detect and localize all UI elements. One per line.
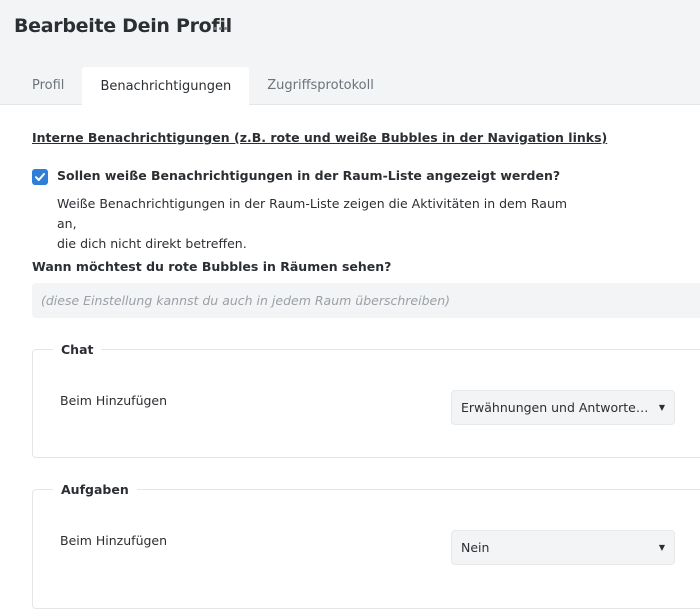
internal-notifications-heading: Interne Benachrichtigungen (z.B. rote un… xyxy=(32,130,608,145)
tasks-on-add-select[interactable]: Nein ▼ xyxy=(451,530,675,565)
page-header: Bearbeite Dein Profil Profil Benachricht… xyxy=(0,0,700,105)
tasks-row-label: Beim Hinzufügen xyxy=(60,533,168,548)
tasks-group-legend: Aufgaben xyxy=(53,482,137,497)
chevron-down-icon: ▼ xyxy=(658,403,665,412)
red-bubbles-question: Wann möchtest du rote Bubbles in Räumen … xyxy=(32,259,392,274)
white-notifications-checkbox[interactable] xyxy=(32,169,48,185)
description-line-1: Weiße Benachrichtigungen in der Raum-Lis… xyxy=(57,196,568,231)
chat-select-value: Erwähnungen und Antworten auf mich xyxy=(461,400,653,415)
chevron-down-icon: ▼ xyxy=(658,543,665,552)
white-notifications-description: Weiße Benachrichtigungen in der Raum-Lis… xyxy=(57,194,577,254)
chat-row-label: Beim Hinzufügen xyxy=(60,393,168,408)
tab-zugriffsprotokoll[interactable]: Zugriffsprotokoll xyxy=(249,67,392,104)
tab-benachrichtigungen[interactable]: Benachrichtigungen xyxy=(82,67,250,105)
tab-profil[interactable]: Profil xyxy=(14,67,82,104)
more-horizontal-icon[interactable] xyxy=(210,17,230,39)
chat-on-add-select[interactable]: Erwähnungen und Antworten auf mich ▼ xyxy=(451,390,675,425)
page-title: Bearbeite Dein Profil xyxy=(14,15,232,37)
checkmark-icon xyxy=(35,173,45,181)
tasks-select-value: Nein xyxy=(461,540,490,555)
tasks-group: Aufgaben Beim Hinzufügen Nein ▼ xyxy=(32,482,700,609)
white-notifications-label[interactable]: Sollen weiße Benachrichtigungen in der R… xyxy=(57,168,560,183)
chat-group-legend: Chat xyxy=(53,342,102,357)
red-bubbles-hint: (diese Einstellung kannst du auch in jed… xyxy=(32,283,700,318)
description-line-2: die dich nicht direkt betreffen. xyxy=(57,236,247,251)
chat-group: Chat Beim Hinzufügen Erwähnungen und Ant… xyxy=(32,342,700,458)
tab-bar: Profil Benachrichtigungen Zugriffsprotok… xyxy=(14,67,392,105)
